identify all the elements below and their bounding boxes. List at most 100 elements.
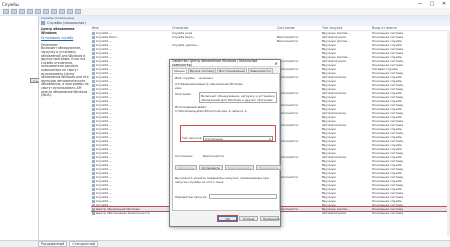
pause-icon[interactable] xyxy=(67,9,73,14)
gear-icon xyxy=(92,43,95,47)
description-text: Включает обнаружение, загрузку и установ… xyxy=(41,46,89,98)
gear-icon xyxy=(92,151,95,155)
gear-icon xyxy=(92,175,95,179)
services-icon xyxy=(41,21,45,25)
gear-icon xyxy=(92,139,95,143)
stop-service-link[interactable]: Остановить службу xyxy=(41,37,89,41)
forward-icon[interactable] xyxy=(11,9,17,14)
start-button[interactable]: Запустить xyxy=(175,165,197,170)
gear-icon xyxy=(92,143,95,147)
status-value: Выполняется xyxy=(203,154,224,158)
service-control-buttons: Запустить Остановить Приостановить Продо… xyxy=(175,165,282,170)
gear-icon xyxy=(92,203,95,207)
col-desc[interactable]: Описание xyxy=(171,26,276,30)
dialog-titlebar: Свойства: Центр обновления Windows (Лока… xyxy=(170,59,280,67)
cell: Выполняется xyxy=(277,67,298,71)
play-icon[interactable] xyxy=(51,9,57,14)
back-icon[interactable] xyxy=(3,9,9,14)
properties-dialog: Свойства: Центр обновления Windows (Лока… xyxy=(169,59,282,227)
cell: Локальная система xyxy=(372,211,403,215)
gear-icon xyxy=(92,39,95,43)
gear-icon xyxy=(92,207,95,211)
resume-button[interactable]: Продолжить xyxy=(256,165,282,170)
gear-icon xyxy=(92,119,95,123)
gear-icon xyxy=(92,59,95,63)
gear-icon xyxy=(92,171,95,175)
gear-icon xyxy=(92,55,95,59)
ok-button[interactable]: ОК xyxy=(217,215,238,222)
cell: Служба бесп... xyxy=(172,35,196,39)
gear-icon xyxy=(92,131,95,135)
gear-icon xyxy=(92,187,95,191)
cell: Выполняется xyxy=(277,155,298,159)
startup-type-select[interactable]: Отключена ▾ xyxy=(203,136,273,141)
stop-button[interactable]: Остановить xyxy=(198,165,223,170)
display-name-value: Центр обновления Windows xyxy=(199,82,243,86)
cancel-button[interactable]: Отмена xyxy=(239,216,258,221)
gear-icon xyxy=(92,111,95,115)
description-label: Описание: xyxy=(175,92,192,96)
maximize-button[interactable]: □ xyxy=(426,0,438,8)
dialog-close-button[interactable]: ✕ xyxy=(272,61,280,66)
params-label: Параметры запуска: xyxy=(175,195,208,199)
cell: Выполняется xyxy=(277,175,298,179)
status-label: Состояние: xyxy=(175,154,193,158)
gear-icon xyxy=(92,95,95,99)
title-bar: Службы — □ ✕ xyxy=(0,0,450,8)
col-status[interactable]: Состояние xyxy=(276,26,321,30)
properties-icon[interactable] xyxy=(27,9,33,14)
description-box: Включает обнаружение, загрузку и установ… xyxy=(199,92,277,103)
gear-icon xyxy=(92,83,95,87)
gear-icon xyxy=(92,75,95,79)
gear-icon xyxy=(92,51,95,55)
gear-icon xyxy=(92,99,95,103)
console-tree-icon[interactable] xyxy=(19,9,25,14)
chevron-down-icon: ▾ xyxy=(269,137,271,141)
minimize-button[interactable]: — xyxy=(414,0,426,8)
window-controls: — □ ✕ xyxy=(414,0,450,8)
service-name: Центр обновления Windows xyxy=(41,27,75,35)
console-tree: Службы (локальные) xyxy=(0,16,100,240)
gear-icon xyxy=(92,63,95,67)
service-description-panel: Центр обновления Windows Остановить служ… xyxy=(39,26,91,236)
dialog-footer: ОК Отмена Применить xyxy=(170,215,282,222)
help-icon[interactable] xyxy=(43,9,49,14)
dialog-title: Свойства: Центр обновления Windows (Лока… xyxy=(172,59,258,67)
gear-icon xyxy=(92,191,95,195)
apply-button[interactable]: Применить xyxy=(260,216,280,221)
gear-icon xyxy=(92,195,95,199)
col-logon[interactable]: Вход от имени xyxy=(371,26,441,30)
gear-icon xyxy=(92,147,95,151)
gear-icon xyxy=(92,179,95,183)
cell: Выполняется xyxy=(277,91,298,95)
close-button[interactable]: ✕ xyxy=(438,0,450,8)
cell: Выполняется xyxy=(277,39,298,43)
gear-icon xyxy=(92,127,95,131)
gear-icon xyxy=(92,91,95,95)
gear-icon xyxy=(92,135,95,139)
gear-icon xyxy=(92,67,95,71)
refresh-icon[interactable] xyxy=(35,9,41,14)
gear-icon xyxy=(92,35,95,39)
gear-icon xyxy=(92,79,95,83)
toolbar xyxy=(0,8,450,16)
gear-icon xyxy=(92,47,95,51)
gear-icon xyxy=(92,107,95,111)
gear-icon xyxy=(92,115,95,119)
col-name[interactable]: Имя xyxy=(91,26,171,30)
params-hint: Вы можете указать параметры запуска, при… xyxy=(175,176,269,184)
display-name-label: Отображаемое имя: xyxy=(175,82,199,90)
gear-icon xyxy=(92,123,95,127)
restart-icon[interactable] xyxy=(75,9,81,14)
pause-button[interactable]: Приостановить xyxy=(224,165,255,170)
stop-icon[interactable] xyxy=(59,9,65,14)
gear-icon xyxy=(92,211,95,215)
services-title: Службы (локальные) xyxy=(47,21,86,25)
gear-icon xyxy=(92,31,95,35)
gear-icon xyxy=(92,155,95,159)
cell: Выполняется xyxy=(277,59,298,63)
window-title: Службы xyxy=(2,1,19,7)
col-startup[interactable]: Тип запуска xyxy=(321,26,371,30)
exe-value: C:\Windows\system32\svchost.exe -k netsv… xyxy=(175,109,248,113)
params-input[interactable] xyxy=(209,194,277,199)
